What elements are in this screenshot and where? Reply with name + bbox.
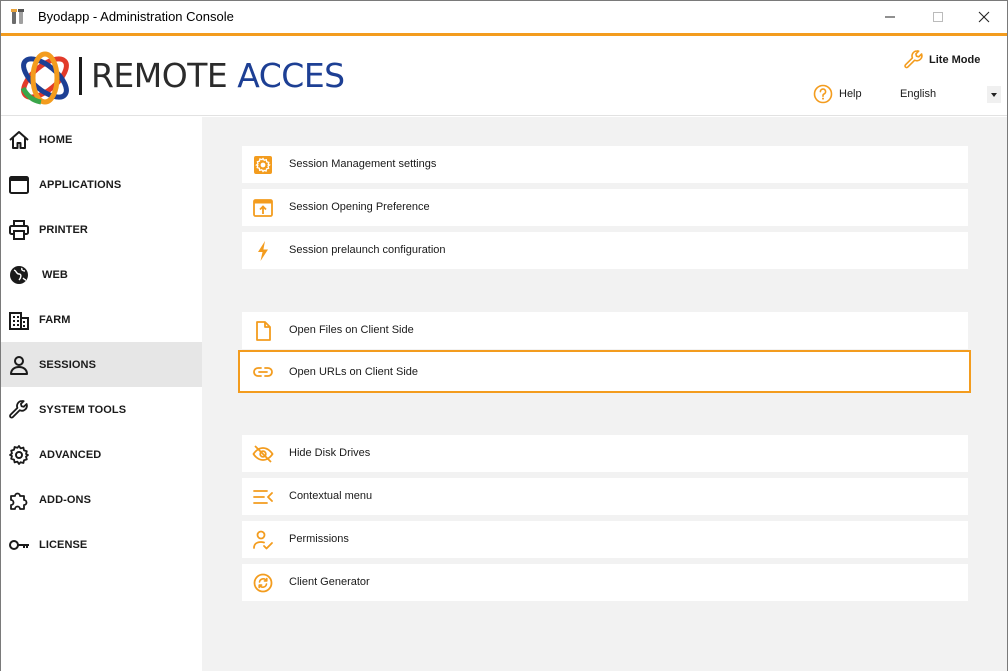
title-bar: Byodapp - Administration Console [1,1,1007,33]
setting-open-urls-client-side[interactable]: Open URLs on Client Side [238,350,971,393]
puzzle-icon [10,492,28,510]
chevron-down-icon [991,92,997,97]
lightning-icon [258,241,268,261]
logo-word-acces: ACCES [237,56,345,95]
remote-acces-logo [20,51,69,105]
setting-hide-disk-drives[interactable]: Hide Disk Drives [242,435,968,472]
sidebar-item-label: WEB [42,268,68,281]
setting-label: Open URLs on Client Side [289,366,419,378]
sidebar-item-web[interactable]: WEB [1,252,202,297]
sidebar-item-system-tools[interactable]: SYSTEM TOOLS [1,387,202,432]
wrench-icon [904,50,923,69]
key-icon [9,540,29,550]
sidebar-item-label: ADVANCED [39,448,102,461]
minimize-button[interactable] [867,1,913,33]
window-title: Byodapp - Administration Console [38,9,234,24]
sidebar-item-sessions[interactable]: SESSIONS [1,342,202,387]
logo-wordmark: REMOTE ACCES [91,58,345,94]
header: REMOTE ACCES Lite Mode Help English [1,36,1007,116]
setting-label: Client Generator [289,576,370,588]
main-content: Session Management settings Session Open… [202,117,1007,671]
sidebar-item-label: ADD-ONS [39,493,92,506]
setting-label: Open Files on Client Side [289,324,414,336]
setting-contextual-menu[interactable]: Contextual menu [242,478,968,515]
minimize-icon [885,16,895,18]
sidebar-item-label: PRINTER [39,223,88,236]
setting-label: Permissions [289,533,349,545]
lite-mode-label: Lite Mode [929,54,981,66]
window-upload-icon [253,199,273,217]
setting-session-prelaunch[interactable]: Session prelaunch configuration [242,232,968,269]
setting-label: Hide Disk Drives [289,447,371,459]
building-icon [9,312,29,330]
setting-permissions[interactable]: Permissions [242,521,968,558]
setting-client-generator[interactable]: Client Generator [242,564,968,601]
sidebar-item-add-ons[interactable]: ADD-ONS [1,477,202,522]
app-tools-icon [11,9,24,24]
file-icon [256,321,271,341]
setting-session-opening-preference[interactable]: Session Opening Preference [242,189,968,226]
menu-icon [253,490,273,504]
maximize-icon [933,12,943,22]
sidebar-item-label: APPLICATIONS [39,178,122,191]
sidebar: HOME APPLICATIONS PRINTER WEB FARM SESSI… [1,117,202,671]
logo-word-remote: REMOTE [91,56,228,95]
logo-divider [79,57,82,95]
setting-open-files-client-side[interactable]: Open Files on Client Side [242,312,968,349]
sidebar-item-printer[interactable]: PRINTER [1,207,202,252]
setting-label: Session prelaunch configuration [289,244,446,256]
close-icon [978,11,990,23]
user-icon [10,356,28,375]
sidebar-item-label: LICENSE [39,538,88,551]
sidebar-item-home[interactable]: HOME [1,117,202,162]
globe-icon [10,266,28,284]
setting-label: Contextual menu [289,490,373,502]
wrench-icon [9,400,28,419]
link-icon [253,367,273,377]
setting-label: Session Management settings [289,158,437,170]
setting-label: Session Opening Preference [289,201,430,213]
dropdown-button[interactable] [987,86,1001,103]
setting-session-management[interactable]: Session Management settings [242,146,968,183]
sidebar-item-label: SYSTEM TOOLS [39,403,127,416]
app-window: Byodapp - Administration Console REMOTE … [0,0,1008,671]
sidebar-item-advanced[interactable]: ADVANCED [1,432,202,477]
printer-icon [9,220,29,240]
lite-mode-button[interactable]: Lite Mode [903,49,980,71]
window-icon [9,176,29,194]
language-value: English [900,88,937,100]
close-button[interactable] [961,1,1007,33]
sidebar-item-label: SESSIONS [39,358,97,371]
gear-icon [9,445,29,465]
help-button[interactable]: Help [813,84,862,104]
sidebar-item-applications[interactable]: APPLICATIONS [1,162,202,207]
home-icon [9,131,29,149]
user-check-icon [253,530,273,550]
sidebar-item-farm[interactable]: FARM [1,297,202,342]
help-label: Help [839,88,862,100]
refresh-icon [253,573,273,593]
help-icon [813,84,833,104]
sidebar-item-license[interactable]: LICENSE [1,522,202,567]
language-select[interactable]: English [895,85,1003,104]
sidebar-item-label: FARM [39,313,71,326]
maximize-button[interactable] [915,1,961,33]
sidebar-item-label: HOME [39,133,73,146]
gear-box-icon [254,156,272,174]
eye-slash-icon [252,445,274,463]
